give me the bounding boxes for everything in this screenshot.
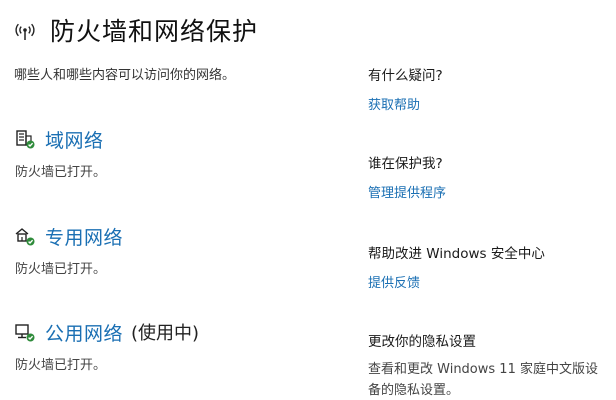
private-network-section: 专用网络 防火墙已打开。	[14, 222, 344, 278]
page-header: 防火墙和网络保护	[12, 14, 258, 50]
domain-network-icon	[14, 128, 36, 150]
public-network-icon	[14, 321, 36, 343]
page-subtitle: 哪些人和哪些内容可以访问你的网络。	[14, 68, 236, 83]
privacy-section: 更改你的隐私设置 查看和更改 Windows 11 家庭中文版设备的隐私设置。	[368, 330, 608, 400]
manage-providers-link[interactable]: 管理提供程序	[368, 182, 446, 201]
firewall-page: 防火墙和网络保护 哪些人和哪些内容可以访问你的网络。 域网络 防火墙已打开。 专…	[0, 0, 616, 400]
public-network-section: 公用网络 (使用中) 防火墙已打开。	[14, 318, 344, 374]
private-network-link[interactable]: 专用网络	[45, 223, 123, 250]
public-network-status: 防火墙已打开。	[15, 358, 107, 373]
domain-network-status: 防火墙已打开。	[15, 165, 107, 180]
help-title: 有什么疑问?	[368, 68, 443, 84]
wifi-antenna-icon	[12, 19, 38, 45]
help-section: 有什么疑问? 获取帮助	[368, 64, 608, 113]
domain-network-section: 域网络 防火墙已打开。	[14, 125, 344, 181]
get-help-link[interactable]: 获取帮助	[368, 94, 420, 113]
public-network-link[interactable]: 公用网络	[45, 319, 123, 346]
privacy-description: 查看和更改 Windows 11 家庭中文版设备的隐私设置。	[368, 362, 598, 398]
private-network-status: 防火墙已打开。	[15, 262, 107, 277]
protector-section: 谁在保护我? 管理提供程序	[368, 152, 608, 201]
feedback-title: 帮助改进 Windows 安全中心	[368, 246, 545, 262]
page-title: 防火墙和网络保护	[50, 17, 259, 46]
feedback-section: 帮助改进 Windows 安全中心 提供反馈	[368, 242, 608, 291]
domain-network-link[interactable]: 域网络	[45, 126, 104, 153]
privacy-title: 更改你的隐私设置	[368, 334, 476, 350]
private-network-icon	[14, 225, 36, 247]
give-feedback-link[interactable]: 提供反馈	[368, 272, 420, 291]
in-use-label: (使用中)	[131, 323, 200, 344]
protector-title: 谁在保护我?	[368, 156, 443, 172]
